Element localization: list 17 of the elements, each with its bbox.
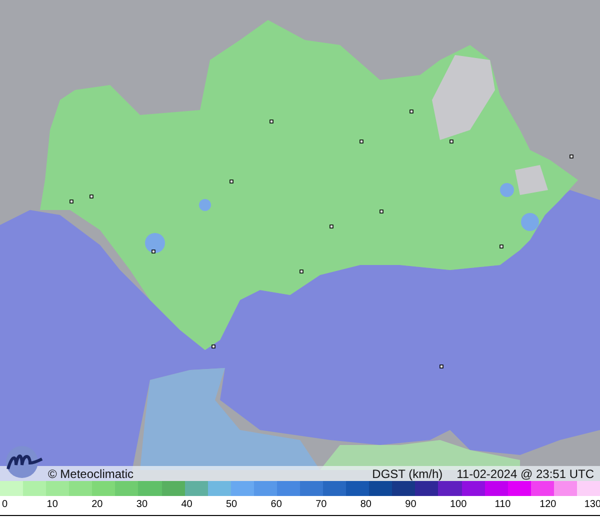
- scale-label: 100: [450, 498, 468, 512]
- scale-label: 120: [540, 498, 558, 512]
- scale-label: 90: [405, 498, 418, 512]
- scale-label: 10: [46, 498, 59, 512]
- scale-label: 80: [360, 498, 372, 512]
- scale-label: 0: [2, 498, 9, 512]
- scale-label: 60: [270, 498, 283, 512]
- timestamp: 11-02-2024 @ 23:51 UTC: [456, 466, 594, 480]
- scale-label: 30: [136, 498, 149, 512]
- scale-label: 70: [316, 498, 328, 512]
- scale-label: 20: [92, 498, 104, 512]
- credit-text: © Meteoclimatic: [48, 466, 134, 480]
- scale-label: 50: [226, 498, 238, 512]
- variable-label: DGST (km/h): [372, 466, 443, 480]
- scale-label: 110: [494, 498, 512, 512]
- logo-icon: [4, 445, 44, 479]
- scale-label: 40: [181, 498, 194, 512]
